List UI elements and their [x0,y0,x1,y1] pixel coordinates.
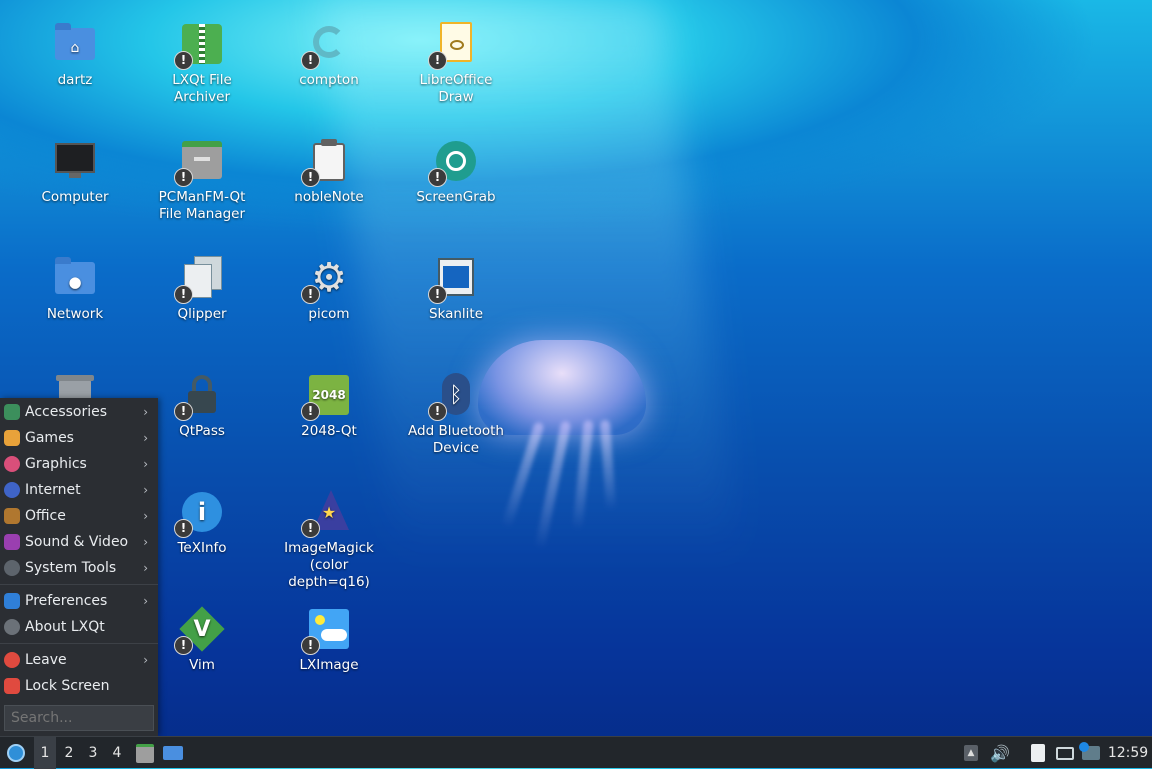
office-icon [4,508,20,524]
application-menu: Accessories › Games › Graphics › Interne… [0,398,158,736]
power-icon [4,652,20,668]
desktop-icon-dartz[interactable]: ⌂ dartz [20,22,130,89]
warning-badge-icon: ! [301,402,320,421]
desktop-icon-vim[interactable]: V ! Vim [147,606,257,674]
warning-badge-icon: ! [428,285,447,304]
desktop-icon-compton[interactable]: ! compton [274,22,384,89]
desktop-switch-2[interactable]: 2 [58,737,80,769]
quicklaunch-show-desktop[interactable] [162,737,184,769]
chevron-right-icon: › [143,405,148,419]
taskbar: 1 2 3 4 ▲ 🔊 12:59 [0,736,1152,769]
desktop-icon-texinfo[interactable]: i ! TeXInfo [147,490,257,557]
main-menu-button[interactable] [4,737,28,769]
desktop-icon-skanlite[interactable]: ! Skanlite [401,256,511,323]
desktop-icon-network[interactable]: ● Network [20,256,130,323]
network-tray-icon[interactable] [1054,737,1076,769]
clock[interactable]: 12:59 [1106,737,1150,769]
file-manager-icon [136,743,154,763]
menu-item-graphics[interactable]: Graphics › [0,451,158,477]
preferences-icon [4,593,20,609]
lock-screen-icon [4,678,20,694]
desktop-icon-screengrab[interactable]: ! ScreenGrab [401,139,511,206]
warning-badge-icon: ! [301,285,320,304]
chevron-right-icon: › [143,535,148,549]
desktop-switch-4[interactable]: 4 [106,737,128,769]
menu-item-internet[interactable]: Internet › [0,477,158,503]
menu-item-preferences[interactable]: Preferences › [0,588,158,614]
warning-badge-icon: ! [174,519,193,538]
warning-badge-icon: ! [301,519,320,538]
clipboard-tray-icon[interactable] [1028,737,1048,769]
chevron-up-icon: ▲ [964,745,978,761]
desktop-icon-imagemagick[interactable]: ★ ! ImageMagick (color depth=q16) [274,490,384,591]
desktop-icon-add-bluetooth-device[interactable]: ᛒ ! Add Bluetooth Device [401,373,511,457]
desktop-icon-lximage[interactable]: ! LXImage [274,607,384,674]
menu-separator [0,584,158,585]
menu-separator [0,643,158,644]
warning-badge-icon: ! [174,402,193,421]
about-icon [4,619,20,635]
warning-badge-icon: ! [174,285,193,304]
menu-item-office[interactable]: Office › [0,503,158,529]
desktop-icon-pcmanfm-qt[interactable]: ! PCManFM-Qt File Manager [147,139,257,223]
internet-icon [4,482,20,498]
desktop-icon-picom[interactable]: ⚙ ! picom [274,256,384,323]
lxqt-logo-icon [7,744,25,762]
chevron-right-icon: › [143,509,148,523]
warning-badge-icon: ! [428,51,447,70]
desktop-icon-qlipper[interactable]: ! Qlipper [147,256,257,323]
sound-video-icon [4,534,20,550]
chevron-right-icon: › [143,457,148,471]
quicklaunch-file-manager[interactable] [134,737,156,769]
menu-item-lock-screen[interactable]: Lock Screen [0,673,158,699]
desktop-icon-computer[interactable]: Computer [20,139,130,206]
desktop-switch-3[interactable]: 3 [82,737,104,769]
graphics-icon [4,456,20,472]
chevron-right-icon: › [143,483,148,497]
desktop-icon-noblenote[interactable]: ! nobleNote [274,139,384,206]
chevron-right-icon: › [143,431,148,445]
chevron-right-icon: › [143,653,148,667]
warning-badge-icon: ! [301,168,320,187]
warning-badge-icon: ! [174,168,193,187]
desktop-icon-qtpass[interactable]: ! QtPass [147,373,257,440]
chevron-right-icon: › [143,594,148,608]
warning-badge-icon: ! [301,636,320,655]
tray-expand-button[interactable]: ▲ [962,737,980,769]
menu-item-system-tools[interactable]: System Tools › [0,555,158,581]
warning-badge-icon: ! [174,51,193,70]
desktop-icon-2048-qt[interactable]: 2048 ! 2048-Qt [274,373,384,440]
menu-item-accessories[interactable]: Accessories › [0,399,158,425]
menu-item-leave[interactable]: Leave › [0,647,158,673]
warning-badge-icon: ! [174,636,193,655]
warning-badge-icon: ! [428,168,447,187]
update-notifier-icon[interactable] [1079,737,1102,769]
show-desktop-icon [163,746,183,760]
chevron-right-icon: › [143,561,148,575]
desktop-icon-lxqt-file-archiver[interactable]: ! LXQt File Archiver [147,22,257,106]
games-icon [4,430,20,446]
menu-item-about-lxqt[interactable]: About LXQt [0,614,158,640]
warning-badge-icon: ! [428,402,447,421]
menu-item-games[interactable]: Games › [0,425,158,451]
accessories-icon [4,404,20,420]
warning-badge-icon: ! [301,51,320,70]
desktop-icon-libreoffice-draw[interactable]: ! LibreOffice Draw [401,22,511,106]
menu-search-input[interactable] [4,705,154,731]
desktop-switch-1[interactable]: 1 [34,737,56,769]
menu-item-sound-video[interactable]: Sound & Video › [0,529,158,555]
volume-icon[interactable]: 🔊 [990,737,1010,769]
system-tools-icon [4,560,20,576]
